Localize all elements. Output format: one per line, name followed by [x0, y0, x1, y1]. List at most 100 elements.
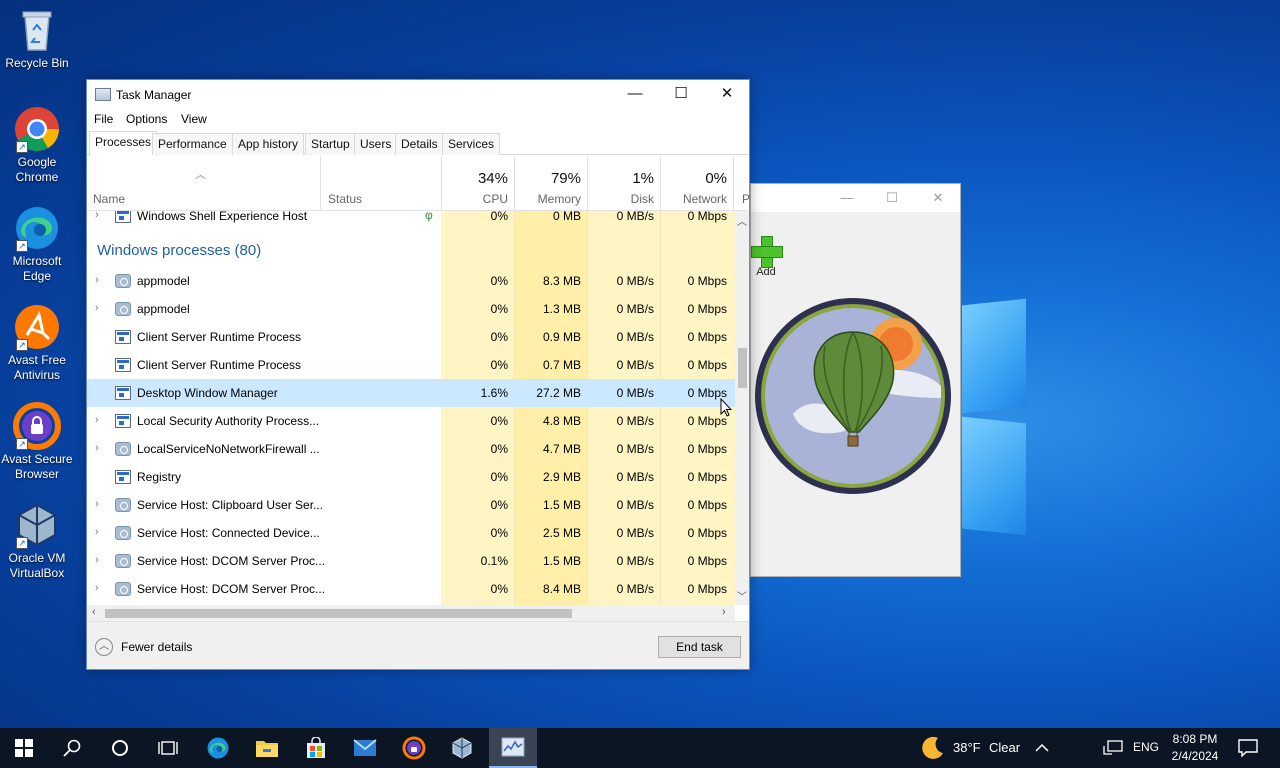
- taskbar-avast-browser[interactable]: [390, 728, 438, 768]
- background-app-window[interactable]: — ☐ ✕ Add: [750, 183, 961, 577]
- table-row[interactable]: › Service Host: DCOM Server Proc... 0% 8.4 …: [87, 575, 735, 603]
- table-row[interactable]: › LocalServiceNoNetworkFirewall ... 0% 4.7 …: [87, 435, 735, 463]
- background-maximize-button[interactable]: ☐: [877, 188, 907, 208]
- horizontal-scroll-thumb[interactable]: [105, 609, 572, 618]
- network-value: 0 Mbps: [687, 358, 727, 372]
- memory-value: 2.9 MB: [542, 470, 581, 484]
- desktop-icon-microsoft-edge[interactable]: ↗ Microsoft Edge: [0, 204, 74, 284]
- column-name[interactable]: Name: [93, 192, 125, 206]
- avast-secure-browser-icon: ↗: [13, 402, 61, 450]
- scroll-up-icon[interactable]: ︿: [735, 213, 749, 228]
- memory-value: 1.5 MB: [542, 554, 581, 568]
- minimize-button[interactable]: —: [612, 80, 658, 109]
- table-row[interactable]: › Windows Shell Experience Host φ 0% 0 M…: [87, 211, 735, 230]
- tab-app-history[interactable]: App history: [232, 133, 305, 155]
- tab-services[interactable]: Services: [442, 133, 501, 155]
- table-row[interactable]: › Service Host: DCOM Server Proc... 0.1% 1.…: [87, 547, 735, 575]
- process-window-icon: [115, 414, 131, 428]
- edge-icon: ↗: [13, 204, 61, 252]
- scroll-left-icon[interactable]: ‹: [92, 606, 96, 618]
- column-status[interactable]: Status: [320, 156, 441, 211]
- table-row[interactable]: Client Server Runtime Process 0% 0.7 MB 0 M…: [87, 351, 735, 379]
- fewer-details-button[interactable]: ︿ Fewer details: [95, 638, 192, 656]
- desktop-icon-recycle-bin[interactable]: Recycle Bin: [0, 6, 74, 71]
- table-row[interactable]: Registry 0% 2.9 MB 0 MB/s 0 Mbps: [87, 463, 735, 491]
- tab-users[interactable]: Users: [354, 133, 398, 155]
- desktop-icon-google-chrome[interactable]: ↗ Google Chrome: [0, 105, 74, 185]
- desktop-icon-virtualbox[interactable]: ↗ Oracle VM VirtualBox: [0, 501, 74, 581]
- background-close-button[interactable]: ✕: [923, 188, 953, 208]
- show-hidden-icons-button[interactable]: [1022, 728, 1062, 768]
- start-button[interactable]: [0, 728, 48, 768]
- process-window-icon: [115, 358, 131, 372]
- scroll-down-icon[interactable]: ﹀: [735, 588, 749, 603]
- taskbar-task-manager[interactable]: [489, 728, 537, 768]
- process-name: Registry: [137, 470, 182, 484]
- cortana-button[interactable]: [96, 728, 144, 768]
- add-button[interactable]: Add: [751, 236, 783, 278]
- taskbar-mail[interactable]: [341, 728, 389, 768]
- task-manager-titlebar[interactable]: Task Manager — ☐ ✕: [87, 80, 749, 109]
- menu-options[interactable]: Options: [126, 112, 167, 126]
- taskbar-edge[interactable]: [194, 728, 242, 768]
- service-gear-icon: [115, 554, 131, 568]
- table-row[interactable]: › appmodel 0% 8.3 MB 0 MB/s 0 Mbps: [87, 267, 735, 295]
- action-center-button[interactable]: [1228, 728, 1268, 768]
- expand-chevron-icon[interactable]: ›: [95, 526, 105, 538]
- column-network[interactable]: 0% Network: [660, 156, 733, 211]
- tab-startup[interactable]: Startup: [305, 133, 356, 155]
- task-manager-window[interactable]: Task Manager — ☐ ✕ File Options View Pro…: [86, 79, 750, 670]
- table-row[interactable]: › Service Host: Clipboard User Ser... 0% 1.…: [87, 491, 735, 519]
- taskbar: 38°F Clear ENG 8:08 PM 2/4/2024: [0, 728, 1280, 768]
- cpu-value: 0%: [490, 470, 508, 484]
- table-row[interactable]: › Service Host: Connected Device... 0% 2.5 …: [87, 519, 735, 547]
- table-row[interactable]: › appmodel 0% 1.3 MB 0 MB/s 0 Mbps: [87, 295, 735, 323]
- taskbar-file-explorer[interactable]: [243, 728, 291, 768]
- weather-widget[interactable]: 38°F Clear: [918, 728, 1028, 768]
- search-button[interactable]: [48, 728, 96, 768]
- network-tray-button[interactable]: [1093, 728, 1133, 768]
- table-row[interactable]: › Local Security Authority Process... 0% 4.…: [87, 407, 735, 435]
- network-value: 0 Mbps: [687, 302, 727, 316]
- close-button[interactable]: ✕: [704, 80, 750, 109]
- column-power-cut[interactable]: P: [733, 156, 750, 211]
- process-list[interactable]: › Windows Shell Experience Host φ 0% 0 M…: [87, 211, 735, 605]
- end-task-button[interactable]: End task: [658, 636, 741, 658]
- menu-file[interactable]: File: [94, 112, 113, 126]
- tab-performance[interactable]: Performance: [152, 133, 233, 155]
- expand-chevron-icon[interactable]: ›: [95, 554, 105, 566]
- vertical-scrollbar[interactable]: ︿ ﹀: [735, 211, 749, 605]
- taskbar-virtualbox[interactable]: [438, 728, 486, 768]
- tab-details[interactable]: Details: [395, 133, 444, 155]
- expand-chevron-icon[interactable]: ›: [95, 274, 105, 286]
- table-row[interactable]: Desktop Window Manager 1.6% 27.2 MB 0 MB/s 0…: [87, 379, 735, 407]
- memory-value: 4.8 MB: [542, 414, 581, 428]
- tab-processes[interactable]: Processes: [89, 131, 158, 156]
- column-cpu[interactable]: 34% CPU: [441, 156, 514, 211]
- horizontal-scrollbar[interactable]: ‹ ›: [87, 605, 735, 621]
- desktop-icon-avast-antivirus[interactable]: ↗ Avast Free Antivirus: [0, 303, 74, 383]
- task-view-button[interactable]: [144, 728, 192, 768]
- clock[interactable]: 8:08 PM 2/4/2024: [1162, 731, 1228, 765]
- expand-chevron-icon[interactable]: ›: [95, 582, 105, 594]
- maximize-button[interactable]: ☐: [658, 80, 704, 109]
- language-indicator[interactable]: ENG: [1133, 740, 1159, 754]
- column-memory[interactable]: 79% Memory: [514, 156, 587, 211]
- column-disk[interactable]: 1% Disk: [587, 156, 660, 211]
- menu-view[interactable]: View: [181, 112, 207, 126]
- background-window-titlebar[interactable]: — ☐ ✕: [751, 184, 960, 212]
- expand-chevron-icon[interactable]: ›: [95, 302, 105, 314]
- taskbar-store[interactable]: [292, 728, 340, 768]
- scroll-right-icon[interactable]: ›: [722, 606, 726, 618]
- vertical-scroll-thumb[interactable]: [738, 348, 747, 388]
- desktop-icon-avast-secure-browser[interactable]: ↗ Avast Secure Browser: [0, 402, 74, 482]
- expand-chevron-icon[interactable]: ›: [95, 211, 105, 221]
- expand-chevron-icon[interactable]: ›: [95, 442, 105, 454]
- group-title[interactable]: Windows processes (80): [97, 242, 261, 259]
- table-row[interactable]: Client Server Runtime Process 0% 0.9 MB 0 M…: [87, 323, 735, 351]
- background-minimize-button[interactable]: —: [832, 188, 862, 208]
- expand-chevron-icon[interactable]: ›: [95, 498, 105, 510]
- cpu-value: 0%: [490, 274, 508, 288]
- moon-icon: [922, 736, 943, 759]
- expand-chevron-icon[interactable]: ›: [95, 414, 105, 426]
